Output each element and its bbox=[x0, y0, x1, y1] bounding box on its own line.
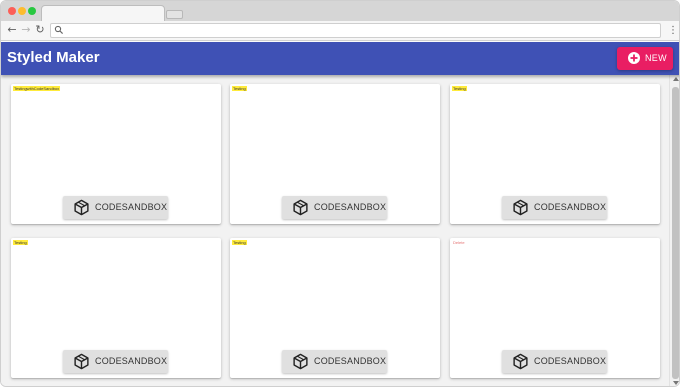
card: Testing CODESANDBOX bbox=[450, 84, 660, 224]
card: Testing CODESANDBOX bbox=[11, 238, 221, 378]
codesandbox-button[interactable]: CODESANDBOX bbox=[502, 196, 607, 219]
card: Testing CODESANDBOX bbox=[230, 238, 440, 378]
cards-grid: TestingwithCodeSandbox CODESANDBOX Testi… bbox=[1, 75, 669, 386]
app-bar: Styled Maker NEW bbox=[1, 42, 679, 75]
card-tag: TestingwithCodeSandbox bbox=[13, 86, 61, 91]
codesandbox-cube-icon bbox=[74, 353, 89, 370]
minimize-window-icon[interactable] bbox=[18, 7, 26, 15]
card-tag: Testing bbox=[13, 240, 28, 245]
address-bar[interactable] bbox=[50, 23, 661, 38]
new-tab-button[interactable] bbox=[166, 10, 183, 19]
codesandbox-button-label: CODESANDBOX bbox=[534, 202, 607, 212]
app-title: Styled Maker bbox=[7, 49, 100, 66]
scrollbar-thumb[interactable] bbox=[672, 87, 679, 379]
close-window-icon[interactable] bbox=[8, 7, 16, 15]
codesandbox-button[interactable]: CODESANDBOX bbox=[63, 350, 168, 373]
reload-icon[interactable]: ↻ bbox=[34, 23, 46, 37]
browser-window: ← → ↻ ⋮ Styled Maker NEW TestingwithCode… bbox=[0, 0, 680, 387]
codesandbox-cube-icon bbox=[513, 353, 528, 370]
card: Testing CODESANDBOX bbox=[230, 84, 440, 224]
scroll-down-arrow-icon[interactable] bbox=[673, 381, 679, 385]
new-button-label: NEW bbox=[645, 53, 667, 63]
codesandbox-cube-icon bbox=[293, 199, 308, 216]
codesandbox-cube-icon bbox=[293, 353, 308, 370]
card: TestingwithCodeSandbox CODESANDBOX bbox=[11, 84, 221, 224]
card-tag: Delete bbox=[453, 240, 465, 245]
codesandbox-button[interactable]: CODESANDBOX bbox=[282, 196, 387, 219]
forward-arrow-icon[interactable]: → bbox=[20, 23, 32, 37]
codesandbox-cube-icon bbox=[513, 199, 528, 216]
card: Delete CODESANDBOX bbox=[450, 238, 660, 378]
new-button[interactable]: NEW bbox=[617, 47, 673, 70]
scroll-up-arrow-icon[interactable] bbox=[673, 77, 679, 81]
card-tag: Testing bbox=[232, 86, 247, 91]
card-tag: Testing bbox=[452, 86, 467, 91]
codesandbox-button-label: CODESANDBOX bbox=[95, 202, 168, 212]
search-icon bbox=[54, 25, 64, 35]
plus-circle-icon bbox=[628, 52, 640, 64]
browser-tab-active[interactable] bbox=[41, 5, 165, 22]
maximize-window-icon[interactable] bbox=[28, 7, 36, 15]
vertical-scrollbar[interactable] bbox=[669, 75, 679, 386]
back-arrow-icon[interactable]: ← bbox=[6, 23, 18, 37]
codesandbox-button-label: CODESANDBOX bbox=[314, 202, 387, 212]
codesandbox-button[interactable]: CODESANDBOX bbox=[502, 350, 607, 373]
kebab-menu-icon[interactable]: ⋮ bbox=[668, 24, 678, 38]
codesandbox-button-label: CODESANDBOX bbox=[95, 356, 168, 366]
browser-toolbar: ← → ↻ ⋮ bbox=[1, 21, 679, 41]
codesandbox-button[interactable]: CODESANDBOX bbox=[282, 350, 387, 373]
codesandbox-cube-icon bbox=[74, 199, 89, 216]
tab-strip bbox=[1, 1, 679, 22]
codesandbox-button-label: CODESANDBOX bbox=[534, 356, 607, 366]
codesandbox-button[interactable]: CODESANDBOX bbox=[63, 196, 168, 219]
codesandbox-button-label: CODESANDBOX bbox=[314, 356, 387, 366]
card-tag: Testing bbox=[232, 240, 247, 245]
